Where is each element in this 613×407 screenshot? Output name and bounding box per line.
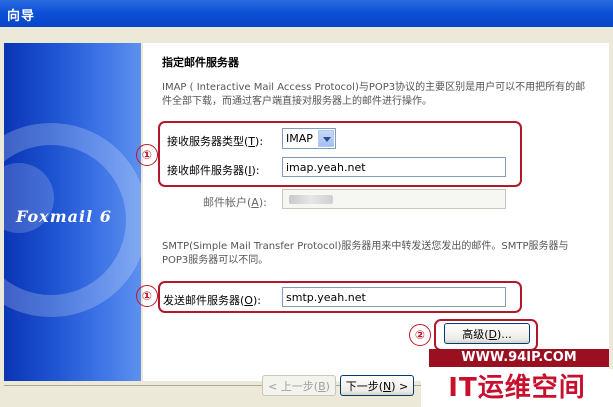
incoming-server-label: 接收邮件服务器(I): bbox=[167, 164, 260, 177]
settings-panel: 指定邮件服务器 IMAP ( Interactive Mail Access P… bbox=[136, 43, 609, 381]
outgoing-server-value: smtp.yeah.net bbox=[286, 291, 366, 304]
server-type-value: IMAP bbox=[286, 132, 313, 145]
annotation-mark-1: ① bbox=[136, 144, 158, 166]
watermark-url: WWW.94IP.COM bbox=[429, 349, 609, 367]
smtp-description: SMTP(Simple Mail Transfer Protocol)服务器用来… bbox=[162, 241, 569, 266]
foxmail-banner: Foxmail 6 bbox=[4, 43, 141, 381]
account-label: 邮件帐户(A): bbox=[203, 196, 267, 209]
watermark-brand: IT运维空间 bbox=[421, 369, 613, 407]
account-input[interactable] bbox=[282, 189, 506, 209]
server-type-label: 接收服务器类型(T): bbox=[167, 135, 264, 148]
back-button[interactable]: < 上一步(B) bbox=[262, 375, 336, 396]
advanced-button[interactable]: 高级(D)... bbox=[444, 323, 530, 344]
next-button[interactable]: 下一步(N) > bbox=[340, 375, 414, 396]
outgoing-server-input[interactable]: smtp.yeah.net bbox=[282, 287, 506, 307]
server-type-select[interactable]: IMAP bbox=[282, 128, 336, 149]
blurred-account-value bbox=[289, 195, 333, 204]
annotation-mark-1-outgoing: ① bbox=[136, 285, 158, 307]
annotation-mark-2: ② bbox=[409, 324, 431, 346]
watermark: WWW.94IP.COM IT运维空间 bbox=[421, 349, 613, 407]
foxmail-logo: Foxmail 6 bbox=[16, 207, 112, 226]
incoming-server-value: imap.yeah.net bbox=[286, 161, 366, 174]
incoming-server-input[interactable]: imap.yeah.net bbox=[282, 157, 506, 177]
window-title: 向导 bbox=[7, 9, 36, 24]
page-heading: 指定邮件服务器 bbox=[162, 56, 239, 69]
outgoing-server-label: 发送邮件服务器(O): bbox=[163, 294, 261, 307]
title-bar: 向导 bbox=[0, 0, 613, 27]
chevron-down-icon[interactable] bbox=[318, 130, 334, 147]
imap-description: IMAP ( Interactive Mail Access Protocol)… bbox=[162, 82, 586, 107]
